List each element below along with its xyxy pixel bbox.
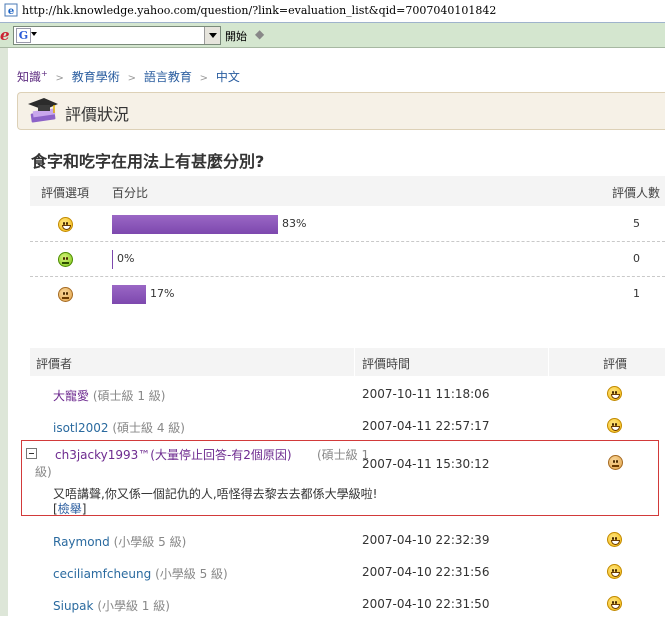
graduation-cap-icon: [28, 98, 58, 123]
header-reviewer: 評價者: [36, 357, 73, 371]
review-time: 2007-04-11 22:57:17: [362, 419, 490, 433]
breadcrumb-separator-icon: >: [55, 73, 64, 84]
percent-label: 17%: [150, 287, 175, 300]
percent-label: 83%: [282, 217, 307, 230]
happy-face-icon: [607, 532, 622, 547]
happy-face-icon: [607, 386, 622, 401]
table-row: Raymond (小學級 5 級) 2007-04-10 22:32:39: [30, 524, 665, 556]
svg-text:e: e: [8, 6, 14, 17]
happy-face-icon: [607, 596, 622, 611]
expanded-review-row: ch3jacky1993™(大量停止回答-有2個原因) (碩士級 1 級) 20…: [21, 440, 659, 516]
stats-header: 評價選項 百分比 評價人數: [30, 176, 665, 206]
address-bar[interactable]: e http://hk.knowledge.yahoo.com/question…: [0, 0, 665, 23]
report-link[interactable]: 檢舉: [58, 502, 82, 516]
happy-face-icon: [607, 418, 622, 433]
review-time: 2007-04-10 22:31:50: [362, 597, 490, 611]
breadcrumb-separator-icon: >: [127, 73, 136, 84]
breadcrumb-separator-icon: >: [199, 73, 209, 84]
header-time: 評價時間: [362, 357, 411, 371]
neutral-face-icon: [58, 252, 73, 267]
percent-bar: [112, 215, 278, 234]
sad-face-icon: [58, 287, 73, 302]
ie-page-icon: e: [4, 3, 18, 17]
reviewer-link[interactable]: isotl2002 (碩士級 4 級): [53, 419, 185, 436]
review-time: 2007-04-10 22:32:39: [362, 533, 490, 547]
table-row: ceciliamfcheung (小學級 5 級) 2007-04-10 22:…: [30, 556, 665, 588]
breadcrumb-item-chinese[interactable]: 中文: [216, 70, 240, 84]
breadcrumb-item-education[interactable]: 教育學術: [72, 70, 120, 84]
header-rating: 評價: [603, 357, 628, 371]
reviewer-link[interactable]: ch3jacky1993™(大量停止回答-有2個原因): [55, 446, 292, 463]
question-title: 食字和吃字在用法上有甚麼分別?: [31, 152, 265, 171]
toolbar-grip-icon[interactable]: ◆: [255, 27, 264, 41]
percent-bar: [112, 285, 146, 304]
reviewer-link[interactable]: Siupak (小學級 1 級): [53, 597, 170, 614]
header-option: 評價選項: [41, 186, 90, 200]
happy-face-icon: [58, 217, 73, 232]
toolbar-logo-fragment: e: [0, 26, 10, 44]
reviewer-link[interactable]: Raymond (小學級 5 級): [53, 533, 186, 550]
reviewers-header: 評價者 評價時間 評價: [30, 348, 665, 376]
google-icon[interactable]: G: [16, 28, 31, 43]
review-time: 2007-04-10 22:31:56: [362, 565, 490, 579]
table-row: isotl2002 (碩士級 4 級) 2007-04-11 22:57:17: [30, 410, 665, 442]
count-value: 1: [633, 287, 640, 300]
page-title: 評價狀況: [65, 105, 130, 124]
stats-row: 83% 5: [30, 207, 665, 242]
reviewer-link[interactable]: 大寵愛 (碩士級 1 級): [53, 387, 165, 404]
page-header: 評價狀況: [17, 92, 665, 130]
search-toolbar: e G 開始 ◆: [0, 23, 665, 48]
breadcrumb: 知識+ > 教育學術 > 語言教育 > 中文: [17, 68, 240, 85]
table-row: 大寵愛 (碩士級 1 級) 2007-10-11 11:18:06: [30, 378, 665, 410]
search-dropdown-button[interactable]: [204, 27, 220, 44]
breadcrumb-item-language[interactable]: 語言教育: [144, 70, 192, 84]
breadcrumb-root[interactable]: 知識+: [17, 69, 48, 84]
header-percent: 百分比: [112, 186, 149, 200]
collapse-toggle-icon[interactable]: [26, 448, 37, 459]
table-row: Siupak (小學級 1 級) 2007-04-10 22:31:50: [30, 588, 665, 620]
engine-caret-icon[interactable]: [31, 32, 37, 36]
stats-row: 0% 0: [30, 242, 665, 277]
percent-bar: [112, 250, 113, 269]
toolbar-search-combo[interactable]: G: [13, 26, 221, 45]
url-text[interactable]: http://hk.knowledge.yahoo.com/question/?…: [22, 4, 496, 17]
review-time: 2007-04-11 15:30:12: [362, 457, 490, 471]
go-button[interactable]: 開始: [225, 28, 247, 44]
left-frame-strip: [0, 48, 8, 616]
sad-face-icon: [608, 455, 623, 470]
count-value: 0: [633, 252, 640, 265]
count-value: 5: [633, 217, 640, 230]
review-time: 2007-10-11 11:18:06: [362, 387, 490, 401]
report-wrapper: [檢舉]: [53, 502, 87, 516]
percent-label: 0%: [117, 252, 135, 265]
review-comment: 又唔講聲,你又係一個記仇的人,唔怪得去黎去去都係大學級啦!: [53, 487, 378, 501]
happy-face-icon: [607, 564, 622, 579]
header-count: 評價人數: [612, 186, 661, 200]
reviewer-link[interactable]: ceciliamfcheung (小學級 5 級): [53, 565, 228, 582]
stats-row: 17% 1: [30, 277, 665, 311]
header-divider: [548, 348, 549, 376]
reviewer-level-cont: 級): [35, 465, 52, 479]
chevron-down-icon: [209, 33, 217, 38]
header-divider: [354, 348, 355, 376]
